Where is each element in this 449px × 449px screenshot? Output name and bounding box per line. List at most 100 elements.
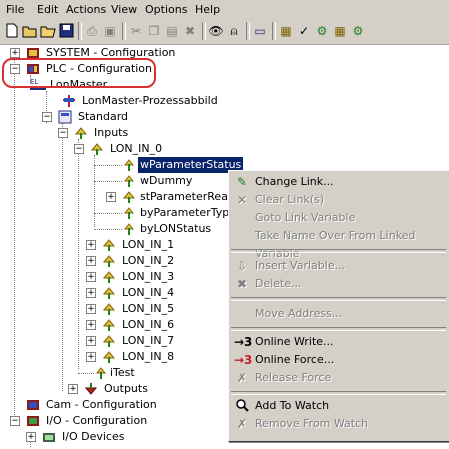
expand-icon[interactable]: +: [86, 304, 96, 314]
tree-item-label: LON_IN_6: [122, 318, 175, 331]
expand-icon[interactable]: +: [86, 288, 96, 298]
io-devices-icon: [42, 430, 56, 444]
menu-file[interactable]: File: [6, 3, 24, 16]
tree-item-lon-in[interactable]: + LON_IN_7: [86, 333, 206, 349]
expand-icon[interactable]: +: [86, 320, 96, 330]
expand-icon[interactable]: +: [86, 256, 96, 266]
tree-item-inputs[interactable]: − Inputs: [58, 125, 258, 141]
tree-item-process-image[interactable]: LonMaster-Prozessabbild: [42, 93, 242, 109]
paste-icon[interactable]: ▤: [164, 23, 180, 39]
print-icon[interactable]: ⎙: [84, 23, 100, 39]
tree-item-lon-in[interactable]: + LON_IN_4: [86, 285, 206, 301]
variable-group-icon: [102, 254, 116, 268]
cut-icon[interactable]: ✂: [128, 23, 144, 39]
menu-view[interactable]: View: [111, 3, 137, 16]
collapse-icon[interactable]: −: [58, 128, 68, 138]
expand-icon[interactable]: +: [86, 240, 96, 250]
tree-item-lon-in[interactable]: + LON_IN_1: [86, 237, 206, 253]
run-icon[interactable]: ▦: [332, 23, 348, 39]
open-folder-icon[interactable]: [40, 23, 56, 39]
menu-item-delete[interactable]: ✖ Delete...: [231, 275, 446, 293]
tree-item-lon-in[interactable]: + LON_IN_6: [86, 317, 206, 333]
menu-item-release-force[interactable]: ✗ Release Force: [231, 369, 446, 387]
tree-item-outputs[interactable]: + Outputs: [68, 381, 188, 397]
menu-item-insert-variable[interactable]: ⇩ Insert Variable...: [231, 257, 446, 275]
menu-bar: File Edit Actions View Options Help: [0, 0, 449, 19]
stop-icon[interactable]: ⚙: [350, 23, 366, 39]
print-preview-icon[interactable]: ▣: [102, 23, 118, 39]
menu-options[interactable]: Options: [145, 3, 187, 16]
menu-item-online-force[interactable]: →3 Online Force...: [231, 351, 446, 369]
online-write-icon: →3: [234, 335, 253, 349]
variable-icon: [95, 366, 110, 380]
open-icon[interactable]: [22, 23, 38, 39]
outputs-icon: [84, 382, 98, 396]
compile-icon[interactable]: ▭: [252, 23, 268, 39]
collapse-icon[interactable]: −: [74, 144, 84, 154]
tree-item-label: wDummy: [140, 174, 193, 187]
menu-item-move-address[interactable]: Move Address...: [231, 305, 446, 323]
menu-item-add-watch[interactable]: Add To Watch: [231, 397, 446, 415]
expand-icon[interactable]: +: [26, 432, 36, 442]
tree-item-label: I/O - Configuration: [46, 414, 148, 427]
activate-config-icon[interactable]: ⚙: [314, 23, 330, 39]
collapse-icon[interactable]: −: [42, 112, 52, 122]
tree-line: [94, 213, 122, 214]
save-icon[interactable]: [58, 23, 74, 39]
context-menu: ✎ Change Link... ✕ Clear Link(s) Goto Li…: [228, 170, 449, 442]
variable-group-icon: [102, 318, 116, 332]
tree-item-lon-in[interactable]: + LON_IN_3: [86, 269, 206, 285]
tree-item-io[interactable]: − I/O - Configuration: [10, 413, 170, 429]
tree-item-itest[interactable]: iTest: [74, 365, 194, 381]
variable-group-icon: [102, 302, 116, 316]
find-icon[interactable]: 👁: [208, 23, 224, 39]
find-next-icon[interactable]: ⍝: [226, 23, 242, 39]
select-target-icon[interactable]: ▦: [278, 23, 294, 39]
tree-item-label: Standard: [78, 110, 129, 123]
menu-help[interactable]: Help: [195, 3, 220, 16]
expand-icon[interactable]: +: [86, 272, 96, 282]
tree-item-lon-in[interactable]: + LON_IN_5: [86, 301, 206, 317]
menu-item-label: Change Link...: [255, 175, 334, 188]
menu-item-change-link[interactable]: ✎ Change Link...: [231, 173, 446, 191]
menu-edit[interactable]: Edit: [37, 3, 58, 16]
menu-item-label: Online Write...: [255, 335, 334, 348]
new-icon[interactable]: [4, 23, 20, 39]
tree-item-io-devices[interactable]: + I/O Devices: [26, 429, 186, 445]
tree-item-cam[interactable]: Cam - Configuration: [26, 397, 186, 413]
variable-icon: [123, 206, 138, 220]
menu-item-online-write[interactable]: →3 Online Write...: [231, 333, 446, 351]
tree-item-standard[interactable]: − Standard: [42, 109, 242, 125]
expand-icon[interactable]: +: [106, 192, 116, 202]
menu-item-label: Remove From Watch: [255, 417, 369, 430]
tree-item-label: stParameterRead: [140, 190, 235, 203]
expand-icon[interactable]: +: [86, 336, 96, 346]
online-force-icon: →3: [234, 353, 253, 367]
tree-item-label: LON_IN_8: [122, 350, 175, 363]
expand-icon[interactable]: +: [86, 352, 96, 362]
tree-line: [94, 181, 122, 182]
release-force-icon: ✗: [236, 371, 248, 385]
io-config-icon: [26, 414, 40, 428]
tree-item-lon-in[interactable]: + LON_IN_2: [86, 253, 206, 269]
tree-item-label: I/O Devices: [62, 430, 125, 443]
delete-icon[interactable]: ✖: [182, 23, 198, 39]
menu-actions[interactable]: Actions: [66, 3, 106, 16]
collapse-icon[interactable]: −: [10, 416, 20, 426]
menu-item-goto-link[interactable]: Goto Link Variable: [231, 209, 446, 227]
check-icon[interactable]: ✓: [296, 23, 312, 39]
tree-item-label: LonMaster-Prozessabbild: [82, 94, 218, 107]
copy-icon[interactable]: ❐: [146, 23, 162, 39]
menu-item-remove-watch[interactable]: ✗ Remove From Watch: [231, 415, 446, 433]
menu-item-label: Add To Watch: [255, 399, 330, 412]
variable-icon: [123, 222, 138, 236]
expand-icon[interactable]: +: [68, 384, 78, 394]
expand-icon[interactable]: +: [10, 48, 20, 58]
tree-item-lon-in-0[interactable]: − LON_IN_0: [74, 141, 274, 157]
change-link-icon: ✎: [236, 175, 248, 189]
tree-item-label: Outputs: [104, 382, 148, 395]
tree-item-lon-in[interactable]: + LON_IN_8: [86, 349, 206, 365]
menu-item-take-name[interactable]: Take Name Over From Linked Variable: [231, 227, 446, 260]
toolbar-separator: [202, 22, 206, 40]
menu-item-clear-links[interactable]: ✕ Clear Link(s): [231, 191, 446, 209]
